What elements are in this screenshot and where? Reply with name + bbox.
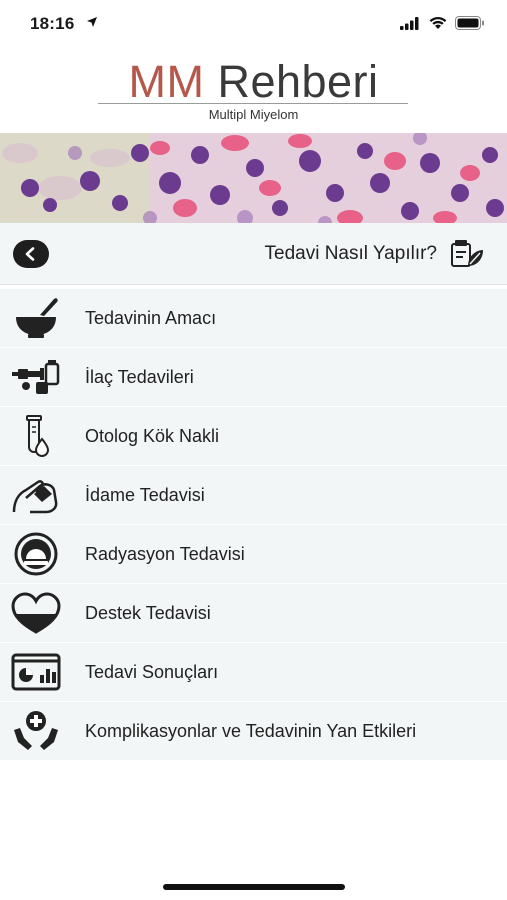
battery-icon (455, 16, 484, 30)
menu-item-maintenance[interactable]: İdame Tedavisi (0, 466, 507, 525)
chevron-left-icon (25, 247, 35, 261)
menu-item-complications[interactable]: Komplikasyonlar ve Tedavinin Yan Etkiler… (0, 702, 507, 761)
mortar-pestle-icon (16, 298, 58, 338)
logo-main-text: Rehberi (204, 56, 379, 107)
treatment-guide-icon (451, 240, 483, 267)
wifi-icon (429, 16, 447, 29)
status-bar: 18:16 (0, 0, 507, 50)
app-logo: MM Rehberi Multipl Miyelom (0, 58, 507, 128)
menu-item-label: Tedavi Sonuçları (85, 662, 219, 682)
hand-hold-icon (12, 480, 58, 514)
cellular-signal-icon (400, 17, 419, 30)
logo-subtitle: Multipl Miyelom (208, 107, 299, 122)
logo-accent-text: MM (128, 56, 205, 107)
logo-title: MM Rehberi (0, 58, 507, 106)
menu-item-label: Destek Tedavisi (85, 603, 211, 623)
menu-item-results[interactable]: Tedavi Sonuçları (0, 643, 507, 702)
section-header: Tedavi Nasıl Yapılır? (0, 223, 507, 285)
test-tube-drop-icon (26, 415, 50, 457)
header-banner-image (0, 133, 507, 223)
results-chart-icon (11, 653, 61, 691)
menu-item-label: Komplikasyonlar ve Tedavinin Yan Etkiler… (85, 721, 417, 741)
heart-icon (11, 592, 61, 634)
treatment-menu-list: Tedavinin Amacı İlaç Tedavileri Otolog K… (0, 289, 507, 761)
menu-item-label: İdame Tedavisi (85, 485, 205, 505)
menu-item-radiation[interactable]: Radyasyon Tedavisi (0, 525, 507, 584)
menu-item-treatment-goal[interactable]: Tedavinin Amacı (0, 289, 507, 348)
home-indicator[interactable] (163, 884, 345, 890)
menu-item-supportive[interactable]: Destek Tedavisi (0, 584, 507, 643)
status-time: 18:16 (30, 14, 75, 33)
menu-item-label: Otolog Kök Nakli (85, 426, 220, 446)
back-button[interactable] (13, 240, 49, 268)
menu-item-autologous-transplant[interactable]: Otolog Kök Nakli (0, 407, 507, 466)
syringe-pills-icon (12, 360, 60, 394)
menu-item-label: Radyasyon Tedavisi (85, 544, 245, 564)
menu-item-drug-treatments[interactable]: İlaç Tedavileri (0, 348, 507, 407)
menu-item-label: Tedavinin Amacı (85, 308, 217, 328)
logo-divider (98, 103, 408, 104)
menu-item-label: İlaç Tedavileri (85, 367, 194, 387)
location-arrow-icon (87, 17, 97, 27)
medical-hands-icon (14, 711, 58, 750)
page-title: Tedavi Nasıl Yapılır? (264, 243, 438, 264)
radiation-machine-icon (14, 532, 58, 576)
